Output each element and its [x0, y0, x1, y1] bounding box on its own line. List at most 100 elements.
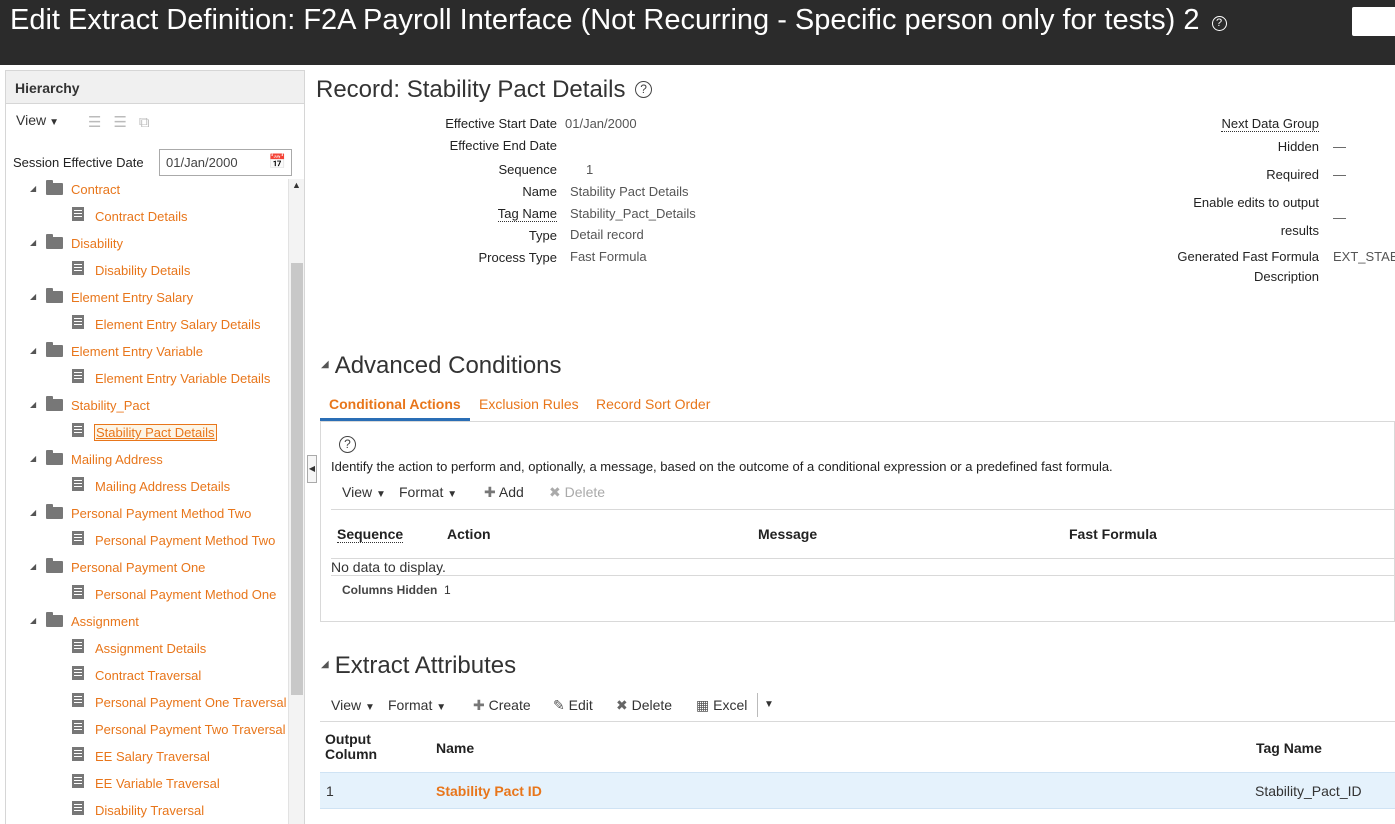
plus-icon: ✚: [473, 697, 485, 713]
column-header-tag-name[interactable]: Tag Name: [1256, 740, 1322, 756]
add-button[interactable]: ✚ Add: [484, 484, 524, 501]
folder-icon: [46, 558, 63, 573]
hidden-label: Hidden: [1277, 139, 1319, 154]
required-label: Required: [1266, 167, 1319, 182]
create-button[interactable]: ✚ Create: [473, 697, 531, 714]
collapse-icon[interactable]: ◢: [321, 659, 329, 670]
calendar-icon[interactable]: 📅: [269, 153, 286, 170]
tree-node[interactable]: EE Salary Traversal: [95, 749, 210, 764]
record-icon: [72, 261, 84, 275]
tree-node[interactable]: Personal Payment Method Two: [71, 506, 251, 521]
divider: [331, 558, 1395, 559]
next-data-group-label: Next Data Group: [1221, 116, 1319, 132]
tree-node[interactable]: Element Entry Salary: [71, 290, 193, 305]
tree-node-selected[interactable]: Stability Pact Details: [94, 424, 217, 441]
columns-hidden-value[interactable]: 1: [444, 583, 451, 597]
more-menu-chevron-icon[interactable]: ▼: [764, 699, 774, 710]
tree-node[interactable]: Personal Payment Method Two: [95, 533, 275, 548]
tree-node[interactable]: Personal Payment Method One: [95, 587, 276, 602]
column-header-sequence[interactable]: Sequence: [337, 526, 404, 543]
columns-hidden-label: Columns Hidden: [342, 583, 438, 597]
scroll-up-icon[interactable]: ▲: [292, 180, 301, 190]
active-tab-indicator: [320, 418, 470, 421]
type-label: Type: [528, 228, 557, 243]
column-header-action[interactable]: Action: [447, 526, 491, 542]
tree-scrollbar[interactable]: ▲: [288, 179, 304, 824]
excel-icon: ▦: [696, 697, 710, 713]
gff-value: EXT_STAB: [1333, 249, 1395, 264]
collapse-icon[interactable]: ◢: [30, 562, 36, 571]
page-title: Edit Extract Definition: F2A Payroll Int…: [10, 4, 1227, 37]
tree-node[interactable]: Assignment Details: [95, 641, 206, 656]
tree-node[interactable]: Personal Payment One: [71, 560, 205, 575]
tree-node[interactable]: Contract Details: [95, 209, 187, 224]
tree-node[interactable]: Contract: [71, 182, 120, 197]
tree-node[interactable]: Mailing Address: [71, 452, 163, 467]
tree-node[interactable]: Disability Traversal: [95, 803, 204, 818]
collapse-icon[interactable]: ◢: [30, 346, 36, 355]
session-date-input[interactable]: 01/Jan/2000 📅: [159, 149, 292, 176]
divider: [331, 509, 1395, 510]
divider: [320, 721, 1395, 722]
tab-exclusion-rules[interactable]: Exclusion Rules: [479, 396, 579, 412]
tree-node[interactable]: Contract Traversal: [95, 668, 201, 683]
panel-splitter[interactable]: ◀: [307, 455, 317, 483]
view-menu[interactable]: View ▼: [331, 697, 375, 713]
column-header-fast-formula[interactable]: Fast Formula: [1069, 526, 1157, 542]
collapse-icon[interactable]: ◢: [30, 508, 36, 517]
delete-button[interactable]: ✖ Delete: [616, 697, 672, 714]
close-icon: ✖: [616, 697, 628, 713]
name-value: Stability Pact Details: [570, 184, 689, 199]
column-header-output-column[interactable]: Output Column: [325, 732, 377, 762]
format-menu[interactable]: Format ▼: [399, 484, 457, 500]
help-icon[interactable]: ?: [635, 81, 653, 98]
help-icon[interactable]: ?: [1211, 16, 1227, 31]
tree-node[interactable]: Stability_Pact: [71, 398, 150, 413]
hierarchy-icon[interactable]: ⧉: [139, 114, 162, 131]
view-menu[interactable]: View ▼: [342, 484, 386, 500]
collapse-icon[interactable]: ◢: [30, 616, 36, 625]
collapse-icon[interactable]: ◢: [321, 359, 329, 370]
help-icon[interactable]: ?: [339, 436, 356, 453]
header-action-button[interactable]: [1352, 7, 1395, 36]
tree-node[interactable]: Personal Payment Two Traversal: [95, 722, 286, 737]
effective-end-label: Effective End Date: [449, 138, 557, 153]
name-label: Name: [522, 184, 557, 199]
edit-button[interactable]: ✎ Edit: [553, 697, 593, 714]
plus-icon: ✚: [484, 484, 496, 500]
extract-attributes-header[interactable]: ◢ Extract Attributes: [321, 652, 516, 680]
view-menu[interactable]: View ▼: [16, 112, 59, 128]
collapse-icon[interactable]: ◢: [30, 292, 36, 301]
gff-label: Generated Fast Formula: [1177, 249, 1319, 264]
collapse-all-icon[interactable]: ☰: [113, 114, 138, 131]
folder-icon: [46, 504, 63, 519]
enable-edits-label: Enable edits to output: [1193, 195, 1319, 210]
excel-button[interactable]: ▦ Excel: [696, 697, 747, 714]
format-menu[interactable]: Format ▼: [388, 697, 446, 713]
title-bar: Edit Extract Definition: F2A Payroll Int…: [0, 0, 1395, 65]
scrollbar-thumb[interactable]: [291, 263, 303, 695]
tree-node[interactable]: Disability: [71, 236, 123, 251]
tab-conditional-actions[interactable]: Conditional Actions: [329, 396, 461, 412]
tree-node[interactable]: Element Entry Variable Details: [95, 371, 270, 386]
tree-node[interactable]: Mailing Address Details: [95, 479, 230, 494]
collapse-icon[interactable]: ◢: [30, 238, 36, 247]
collapse-icon[interactable]: ◢: [30, 400, 36, 409]
tab-record-sort-order[interactable]: Record Sort Order: [596, 396, 710, 412]
tree-node[interactable]: Element Entry Salary Details: [95, 317, 260, 332]
tree-node[interactable]: Element Entry Variable: [71, 344, 203, 359]
tree-node[interactable]: EE Variable Traversal: [95, 776, 220, 791]
attribute-name-link[interactable]: Stability Pact ID: [436, 783, 542, 799]
collapse-icon[interactable]: ◢: [30, 454, 36, 463]
delete-button[interactable]: ✖ Delete: [549, 484, 605, 501]
tree-node[interactable]: Disability Details: [95, 263, 190, 278]
record-icon: [72, 585, 84, 599]
tree-node[interactable]: Assignment: [71, 614, 139, 629]
advanced-conditions-header[interactable]: ◢ Advanced Conditions: [321, 352, 562, 380]
column-header-name[interactable]: Name: [436, 740, 474, 756]
tree-node[interactable]: Personal Payment One Traversal: [95, 695, 286, 710]
tag-name-cell: Stability_Pact_ID: [1255, 783, 1362, 799]
collapse-icon[interactable]: ◢: [30, 184, 36, 193]
column-header-message[interactable]: Message: [758, 526, 817, 542]
expand-all-icon[interactable]: ☰: [88, 114, 113, 131]
